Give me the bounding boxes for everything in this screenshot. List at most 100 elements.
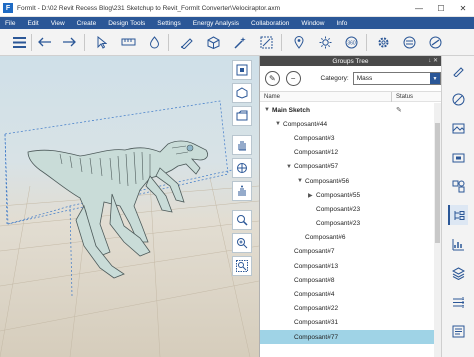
tree-row[interactable]: Composant#6 xyxy=(260,231,434,245)
menu-collaboration[interactable]: Collaboration xyxy=(251,20,289,27)
zoom-selection-icon[interactable] xyxy=(232,256,252,276)
location-icon[interactable] xyxy=(290,33,308,51)
library-icon[interactable] xyxy=(448,147,468,167)
tree-row-label: Composant#8 xyxy=(294,276,335,284)
tree-row[interactable]: ▼ Composant#44 xyxy=(260,117,434,131)
brush-icon[interactable] xyxy=(448,60,468,80)
settings-icon[interactable] xyxy=(374,33,392,51)
edit-group-button[interactable]: ✎ xyxy=(265,71,280,86)
groups-icon[interactable] xyxy=(448,205,468,225)
maximize-button[interactable]: ☐ xyxy=(430,0,452,17)
tree-row-label: Composant#4 xyxy=(294,291,335,299)
zoom-window-icon[interactable] xyxy=(232,233,252,253)
scrollbar-thumb[interactable] xyxy=(435,123,440,243)
menu-create[interactable]: Create xyxy=(77,20,97,27)
tree-row[interactable]: ▼ Main Sketch ✎ xyxy=(260,103,434,117)
tree-row[interactable]: Composant#8 xyxy=(260,273,434,287)
3d-viewport[interactable] xyxy=(0,56,259,357)
toolbar-divider xyxy=(31,34,32,51)
collapse-arrow-icon[interactable]: ▼ xyxy=(286,164,294,170)
materials-icon[interactable] xyxy=(448,176,468,196)
paint-icon[interactable] xyxy=(145,33,163,51)
section-icon[interactable] xyxy=(257,33,275,51)
scene-icon[interactable] xyxy=(448,89,468,109)
expand-arrow-icon[interactable]: ▶ xyxy=(308,192,316,199)
close-button[interactable]: ✕ xyxy=(452,0,474,17)
groups-tree-panel: Groups Tree ↓ ✕ ✎ − Category: Mass ▼ Nam… xyxy=(259,56,441,357)
menu-design-tools[interactable]: Design Tools xyxy=(108,20,145,27)
menu-info[interactable]: Info xyxy=(336,20,347,27)
column-divider[interactable] xyxy=(391,92,392,102)
tree-row-label: Composant#6 xyxy=(305,234,346,242)
orbit-icon[interactable] xyxy=(232,83,252,103)
menu-view[interactable]: View xyxy=(51,20,65,27)
tree-row[interactable]: Composant#31 xyxy=(260,316,434,330)
menu-energy-analysis[interactable]: Energy Analysis xyxy=(193,20,239,27)
tree-row-label: Composant#44 xyxy=(283,120,328,128)
tree-row[interactable]: ▼ Composant#57 xyxy=(260,160,434,174)
chevron-down-icon: ▼ xyxy=(430,73,440,84)
levels-icon[interactable] xyxy=(448,292,468,312)
tree-row[interactable]: Composant#13 xyxy=(260,259,434,273)
menu-settings[interactable]: Settings xyxy=(157,20,181,27)
collapse-arrow-icon[interactable]: ▼ xyxy=(275,121,283,127)
remove-group-button[interactable]: − xyxy=(285,71,301,86)
column-name[interactable]: Name xyxy=(264,94,280,100)
redo-icon[interactable] xyxy=(60,33,78,51)
render-icon[interactable]: 360 xyxy=(342,33,360,51)
pan-icon[interactable] xyxy=(232,106,252,126)
undo-icon[interactable] xyxy=(36,33,54,51)
menu-icon[interactable] xyxy=(10,33,28,51)
level-icon[interactable] xyxy=(400,33,418,51)
tree-row-label: Composant#56 xyxy=(305,177,350,185)
properties-icon[interactable] xyxy=(448,321,468,341)
select-icon[interactable] xyxy=(93,33,111,51)
analysis-icon[interactable] xyxy=(448,234,468,254)
svg-text:360: 360 xyxy=(347,40,356,46)
tree-row[interactable]: Composant#23 xyxy=(260,202,434,216)
menu-edit[interactable]: Edit xyxy=(27,20,38,27)
panel-header-controls[interactable]: ↓ ✕ xyxy=(428,57,438,64)
minimize-button[interactable]: — xyxy=(408,0,430,17)
tree-row-label: Main Sketch xyxy=(272,106,310,114)
category-select[interactable]: Mass ▼ xyxy=(352,72,441,85)
zoom-extents-icon[interactable] xyxy=(232,60,252,80)
tree-row-label: Composant#7 xyxy=(294,248,335,256)
tree-row[interactable]: ▶ Composant#55 xyxy=(260,188,434,202)
tree-row[interactable]: ▼ Composant#56 xyxy=(260,174,434,188)
draw-icon[interactable] xyxy=(177,33,195,51)
collapse-arrow-icon[interactable]: ▼ xyxy=(264,107,272,113)
photo-icon[interactable] xyxy=(448,118,468,138)
collapse-arrow-icon[interactable]: ▼ xyxy=(297,178,305,184)
right-panel-strip xyxy=(441,56,474,357)
tree-row-label: Composant#23 xyxy=(316,205,361,213)
tree-row[interactable]: Composant#12 xyxy=(260,146,434,160)
window-title: FormIt - D:\02 Revit Recess Blog\231 Ske… xyxy=(17,4,280,12)
scene-canvas xyxy=(0,100,259,357)
tree-row-label: Composant#3 xyxy=(294,134,335,142)
category-value: Mass xyxy=(356,75,373,82)
menu-window[interactable]: Window xyxy=(301,20,324,27)
tree-row[interactable]: Composant#23 xyxy=(260,217,434,231)
velociraptor-model xyxy=(27,140,208,279)
tree-scrollbar[interactable] xyxy=(434,103,441,357)
tree-row[interactable]: Composant#77 xyxy=(260,330,434,345)
tree-row[interactable]: Composant#4 xyxy=(260,287,434,301)
menu-file[interactable]: File xyxy=(5,20,15,27)
cube-icon[interactable] xyxy=(204,33,222,51)
edit-pencil-icon[interactable]: ✎ xyxy=(396,106,402,114)
tree-row[interactable]: Composant#3 xyxy=(260,131,434,145)
layers-icon[interactable] xyxy=(448,263,468,283)
column-status[interactable]: Status xyxy=(396,94,413,100)
measure-icon[interactable] xyxy=(119,33,137,51)
walk-icon[interactable] xyxy=(232,181,252,201)
tree-row[interactable]: Composant#7 xyxy=(260,245,434,259)
globe-icon[interactable] xyxy=(426,33,444,51)
hand-icon[interactable] xyxy=(232,135,252,155)
sun-icon[interactable] xyxy=(316,33,334,51)
tree-row[interactable]: Composant#22 xyxy=(260,302,434,316)
magic-icon[interactable] xyxy=(230,33,248,51)
tree-row-label: Composant#12 xyxy=(294,149,339,157)
zoom-icon[interactable] xyxy=(232,210,252,230)
look-icon[interactable] xyxy=(232,158,252,178)
